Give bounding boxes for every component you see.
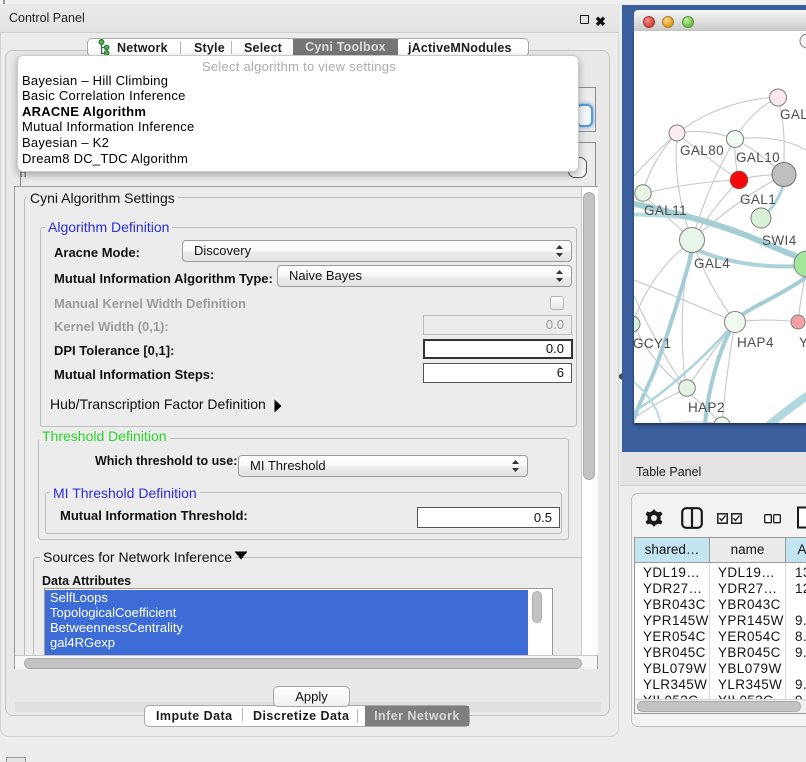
svg-text:GAL1: GAL1 bbox=[740, 192, 776, 207]
svg-text:SWI4: SWI4 bbox=[762, 233, 797, 248]
svg-text:GAL80: GAL80 bbox=[680, 143, 724, 158]
svg-text:YEL1: YEL1 bbox=[799, 335, 806, 350]
svg-text:GAL10: GAL10 bbox=[736, 150, 780, 165]
svg-text:GAL4: GAL4 bbox=[694, 256, 730, 271]
svg-text:HAP2: HAP2 bbox=[688, 400, 725, 415]
svg-text:GAL7: GAL7 bbox=[780, 107, 806, 122]
svg-text:GAL11: GAL11 bbox=[644, 203, 687, 218]
svg-text:GCY1: GCY1 bbox=[634, 336, 671, 351]
svg-text:HAP4: HAP4 bbox=[737, 335, 774, 350]
